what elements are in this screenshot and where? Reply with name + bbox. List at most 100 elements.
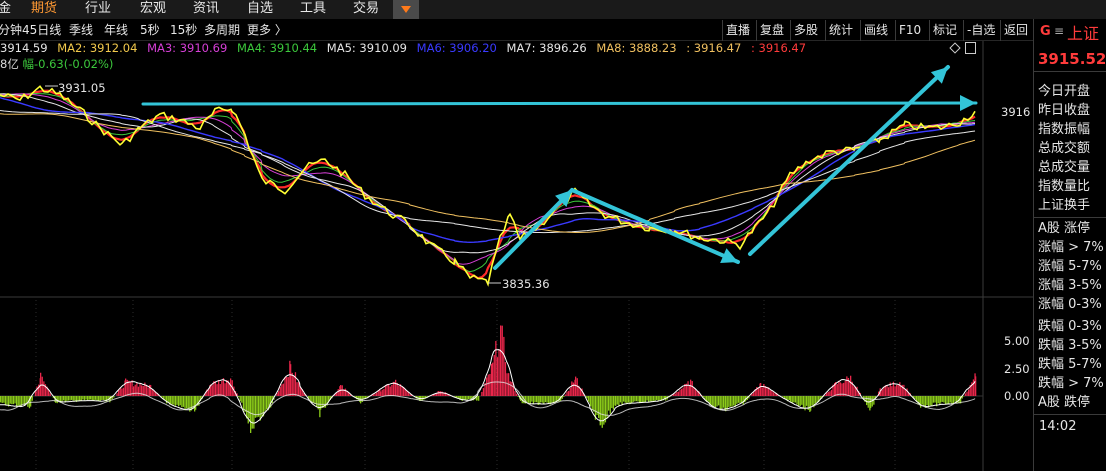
indicator-bar-up	[118, 390, 120, 396]
period-year[interactable]: 年线	[104, 20, 128, 41]
statistics-button[interactable]: 统计	[825, 20, 856, 41]
indicator-bar-up	[676, 392, 678, 396]
remove-watchlist-button[interactable]: -自选	[963, 20, 998, 41]
draw-line-button[interactable]: 画线	[860, 20, 891, 41]
indicator-bar-down	[90, 396, 92, 400]
ma8-line	[0, 113, 976, 233]
indicator-bar-up	[846, 376, 848, 396]
chart-grid	[0, 41, 1033, 471]
live-button[interactable]: 直播	[722, 20, 753, 41]
indicator-bar-up	[503, 336, 505, 396]
nav-item-tools[interactable]: 工具	[300, 0, 326, 19]
indicator-bar-up	[437, 391, 439, 396]
period-15sec[interactable]: 15秒	[170, 20, 197, 41]
indicator-bar-up	[125, 378, 127, 396]
legend-ma1: 3914.59	[0, 41, 48, 55]
period-minute[interactable]: 分钟	[0, 20, 22, 41]
indicator-bar-up	[293, 376, 295, 396]
indicator-bar-down	[707, 396, 709, 402]
indicator-bar-down	[586, 396, 588, 399]
indicator-bar-down	[801, 396, 803, 405]
indicator-bar-down	[816, 396, 818, 403]
indicator-bar-down	[621, 396, 623, 405]
nav-item-news[interactable]: 资讯	[193, 0, 219, 19]
nav-item-macro[interactable]: 宏观	[140, 0, 166, 19]
indicator-bar-down	[612, 396, 615, 410]
indicator-bar-down	[11, 396, 13, 405]
indicator-bar-up	[300, 388, 302, 396]
dropdown-arrow-icon[interactable]	[393, 0, 419, 19]
indicator-bar-up	[677, 391, 680, 396]
window-frame-icon[interactable]	[965, 42, 976, 54]
indicator-bar-up	[391, 384, 393, 396]
indicator-bar-down	[266, 396, 268, 410]
indicator-bar-up	[853, 386, 855, 396]
indicator-bar-down	[934, 396, 936, 403]
multi-stock-button[interactable]: 多股	[790, 20, 821, 41]
indicator-bar-down	[601, 396, 603, 428]
indicator-bar-up	[216, 384, 218, 396]
indicator-bar-up	[493, 354, 495, 396]
menu-icon[interactable]: ≡	[1054, 24, 1064, 38]
indicator-bar-down	[96, 396, 98, 401]
indicator-bar-up	[827, 391, 829, 396]
indicator-bar-down	[181, 396, 183, 408]
chart-canvas[interactable]	[0, 0, 1033, 471]
indicator-bar-down	[627, 396, 630, 403]
legend-ma4: MA4: 3910.44	[236, 41, 318, 55]
indicator-bar-up	[150, 384, 152, 396]
nav-item-industry[interactable]: 行业	[85, 0, 111, 19]
back-button[interactable]: 返回	[1000, 20, 1031, 41]
legend-ma5: MA5: 3910.09	[326, 41, 407, 55]
indicator-bar-down	[742, 396, 744, 405]
nav-item-futures[interactable]: 期货	[31, 0, 57, 19]
period-quarter[interactable]: 季线	[69, 20, 93, 41]
nav-item-gold[interactable]: 金	[0, 0, 11, 19]
period-more[interactable]: 更多 〉	[247, 20, 287, 41]
period-multi[interactable]: 多周期	[204, 20, 240, 41]
indicator-bar-up	[41, 376, 43, 396]
indicator-bar-down	[31, 396, 33, 401]
period-5sec[interactable]: 5秒	[140, 20, 160, 41]
indicator-bar-down	[951, 396, 953, 405]
indicator-bar-down	[728, 396, 730, 408]
nav-item-trade[interactable]: 交易	[353, 0, 379, 19]
indicator-bar-down	[796, 396, 798, 405]
index-name: 上证	[1067, 24, 1100, 43]
indicator-bar-down	[93, 396, 95, 401]
indicator-bar-up	[151, 389, 153, 396]
nav-item-watchlist[interactable]: 自选	[247, 0, 273, 19]
period-45day[interactable]: 45日线	[22, 20, 61, 41]
indicator-bar-up	[440, 391, 442, 396]
top-navigation: 金 期货 行业 宏观 资讯 自选 工具 交易	[0, 0, 1106, 19]
f10-button[interactable]: F10	[895, 20, 924, 41]
replay-button[interactable]: 复盘	[756, 20, 787, 41]
indicator-bar-down	[741, 396, 743, 403]
mark-button[interactable]: 标记	[929, 20, 960, 41]
indicator-bar-down	[241, 396, 243, 403]
indicator-bar-down	[591, 396, 593, 411]
quote-panel: G ≡ 上证 3915.52 今日开盘 昨日收盘 指数振幅 总成交额 总成交量 …	[1033, 19, 1106, 471]
indicator-bar-down	[713, 396, 715, 408]
indicator-bar-up	[296, 382, 298, 396]
indicator-bar-up	[972, 379, 975, 396]
indicator-bar-down	[649, 396, 651, 402]
indicator-bar-up	[211, 385, 213, 396]
indicator-bar-down	[101, 396, 103, 401]
indicator-bar-up	[481, 391, 483, 396]
indicator-bar-up	[495, 340, 497, 396]
indicator-bar-down	[466, 396, 468, 400]
resistance-arrow	[141, 101, 978, 106]
indicator-bar-up	[281, 384, 283, 396]
indicator-bar-down	[541, 396, 543, 403]
indicator-bar-down	[624, 396, 626, 403]
indicator-bar-down	[802, 396, 805, 408]
indicator-bar-down	[736, 396, 738, 404]
indicator-bar-up	[341, 385, 343, 396]
indicator-bar-down	[814, 396, 817, 404]
indicator-bar-down	[264, 396, 266, 411]
symbol-badge[interactable]: G	[1040, 24, 1051, 39]
breadth-down-7: 跌幅 > 7%	[1038, 376, 1104, 391]
indicator-bar-down	[651, 396, 653, 402]
legend-extra1: : 3916.47	[686, 41, 742, 55]
